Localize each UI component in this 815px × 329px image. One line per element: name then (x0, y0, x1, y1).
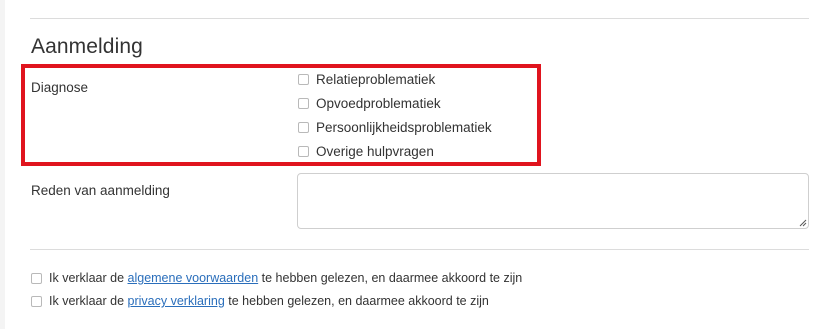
section-title: Aanmelding (31, 35, 143, 58)
reason-textarea[interactable] (297, 173, 809, 229)
divider-bottom (30, 249, 809, 250)
reason-label: Reden van aanmelding (31, 183, 170, 198)
terms-link[interactable]: algemene voorwaarden (128, 271, 259, 285)
checkbox[interactable] (31, 295, 42, 307)
consent-prefix: Ik verklaar de (49, 294, 125, 308)
resize-grip-icon[interactable] (799, 219, 807, 227)
checkbox[interactable] (31, 272, 42, 284)
consent-terms[interactable]: Ik verklaar de algemene voorwaarden te h… (31, 271, 522, 285)
consent-prefix: Ik verklaar de (49, 271, 125, 285)
consent-suffix: te hebben gelezen, en daarmee akkoord te… (261, 271, 523, 285)
privacy-link[interactable]: privacy verklaring (128, 294, 225, 308)
divider-top (30, 18, 809, 19)
highlight-box (21, 64, 541, 166)
consent-privacy[interactable]: Ik verklaar de privacy verklaring te heb… (31, 294, 489, 308)
consent-suffix: te hebben gelezen, en daarmee akkoord te… (228, 294, 489, 308)
left-rail (0, 0, 5, 329)
